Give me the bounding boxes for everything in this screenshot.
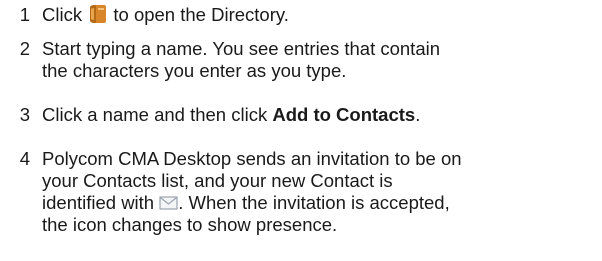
step-4: 4 Polycom CMA Desktop sends an invitatio… (0, 148, 602, 236)
envelope-icon (159, 194, 178, 210)
step-1-text-before: Click (42, 4, 83, 25)
step-2: 2 Start typing a name. You see entries t… (0, 38, 602, 82)
step-4-line-3-after: . When the invitation is accepted, (178, 192, 450, 213)
step-number: 3 (19, 104, 30, 125)
step-4-line-3: identified with . When the invitation is… (42, 192, 597, 214)
step-text: Click a name and then click Add to Conta… (42, 104, 597, 126)
add-to-contacts-label: Add to Contacts (272, 104, 416, 125)
step-text: Click to open the Directory. (42, 4, 597, 26)
step-4-line-1: Polycom CMA Desktop sends an invitation … (42, 148, 462, 169)
step-2-line-2: the characters you enter as you type. (42, 60, 347, 81)
step-4-line-3-before: identified with (42, 192, 155, 213)
step-4-line-4: the icon changes to show presence. (42, 214, 338, 235)
step-number: 4 (19, 148, 30, 169)
step-1: 1 Click to open the Directory. (0, 4, 602, 26)
step-text: Polycom CMA Desktop sends an invitation … (42, 148, 597, 236)
step-3-text: Click a name and then click (42, 104, 268, 125)
step-3-period: . (415, 104, 421, 125)
instruction-steps: 1 Click to open the Directory. 2 Start t… (0, 0, 602, 261)
step-number: 2 (19, 38, 30, 59)
directory-book-icon (87, 4, 108, 24)
step-1-text-after: to open the Directory. (113, 4, 289, 25)
step-4-line-2: your Contacts list, and your new Contact… (42, 170, 393, 191)
step-2-line-1: Start typing a name. You see entries tha… (42, 38, 441, 59)
step-number: 1 (19, 4, 30, 25)
step-3: 3 Click a name and then click Add to Con… (0, 104, 602, 126)
step-text: Start typing a name. You see entries tha… (42, 38, 597, 82)
